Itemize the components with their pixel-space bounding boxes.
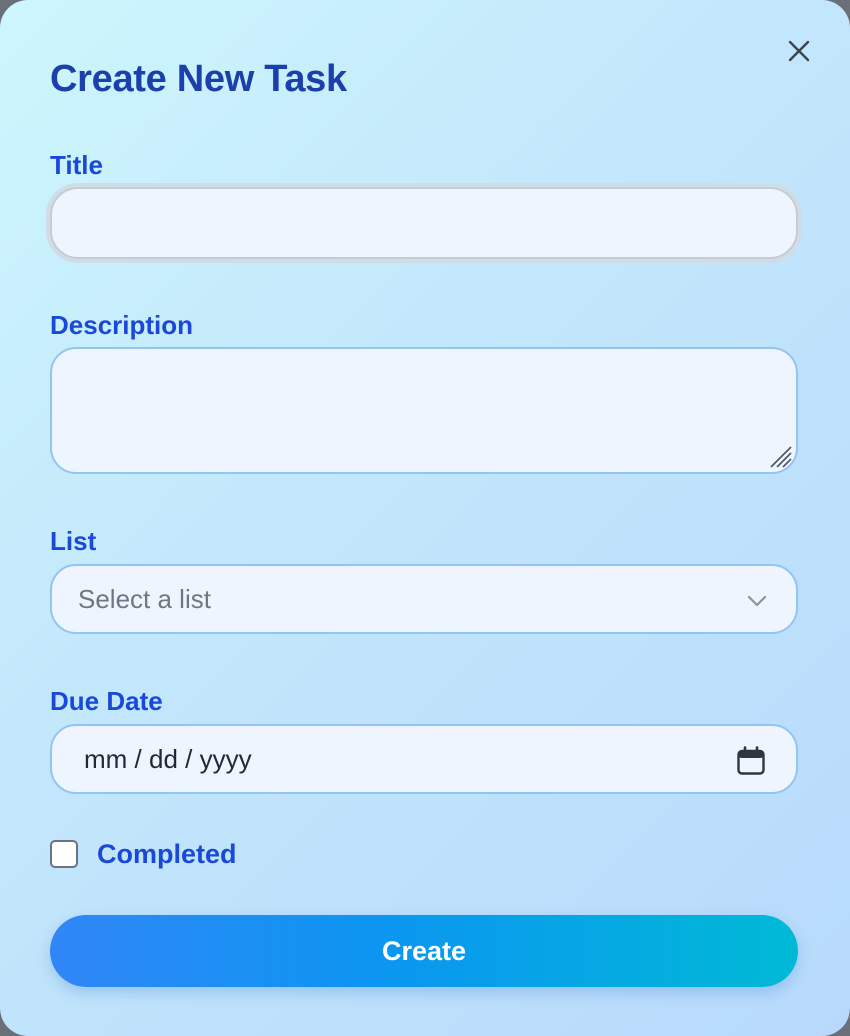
description-field-wrapper — [50, 347, 798, 474]
due-date-label: Due Date — [50, 686, 163, 716]
title-label: Title — [50, 150, 103, 180]
list-select-placeholder: Select a list — [78, 583, 211, 614]
calendar-icon[interactable] — [736, 746, 766, 776]
create-task-dialog: Create New Task Title Description List S… — [0, 0, 850, 1036]
title-input[interactable] — [52, 189, 796, 257]
description-textarea[interactable] — [52, 349, 796, 472]
list-label: List — [50, 526, 97, 556]
completed-label[interactable]: Completed — [97, 839, 237, 870]
due-date-input[interactable]: mm / dd / yyyy — [50, 724, 798, 794]
create-button[interactable]: Create — [50, 915, 798, 987]
completed-checkbox[interactable] — [50, 840, 78, 868]
due-date-placeholder: mm / dd / yyyy — [84, 743, 252, 774]
description-label: Description — [50, 310, 194, 340]
close-icon — [788, 40, 810, 62]
title-field-wrapper — [50, 187, 798, 259]
chevron-down-icon — [747, 595, 767, 607]
dialog-title: Create New Task — [50, 58, 347, 100]
resize-grip-icon[interactable] — [767, 443, 793, 469]
close-button[interactable] — [782, 34, 816, 68]
list-select[interactable]: Select a list — [50, 564, 798, 634]
